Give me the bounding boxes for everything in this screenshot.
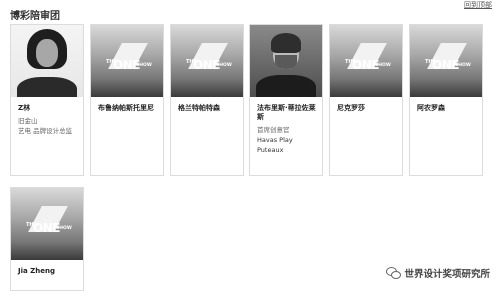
one-show-logo: THE ONE SHOW	[410, 25, 482, 97]
juror-location: 旧金山	[18, 117, 38, 125]
juror-name: Z林	[18, 104, 31, 112]
juror-card[interactable]: Z林 旧金山 艺电 品牌设计总监	[10, 24, 84, 176]
watermark-text: 世界设计奖项研究所	[404, 269, 490, 280]
juror-name: 尼克罗莎	[337, 104, 365, 112]
juror-name: 法布里斯·蒂拉佐莱斯	[257, 104, 316, 121]
juror-card[interactable]: THE ONE SHOW 阿农罗森	[409, 24, 483, 176]
juror-photo	[250, 25, 322, 97]
juror-name: 布鲁纳帕斯托里尼	[98, 104, 154, 112]
watermark: 世界设计奖项研究所	[386, 266, 490, 280]
juror-card[interactable]: THE ONE SHOW 尼克罗莎	[329, 24, 403, 176]
juror-company: Havas Play	[257, 136, 293, 144]
one-show-logo: THE ONE SHOW	[171, 25, 243, 97]
juror-location: Puteaux	[257, 146, 284, 154]
wechat-icon	[386, 267, 402, 279]
juror-card[interactable]: THE ONE SHOW 布鲁纳帕斯托里尼	[90, 24, 164, 176]
juror-card[interactable]: 法布里斯·蒂拉佐莱斯 首席创意官 Havas Play Puteaux	[249, 24, 323, 176]
juror-name: 格兰特帕特森	[178, 104, 220, 112]
back-to-top-link[interactable]: 回到顶部	[464, 0, 492, 10]
section-title: 博彩陪审团	[10, 11, 60, 22]
juror-title: 艺电 品牌设计总监	[18, 127, 73, 135]
juror-photo	[11, 25, 83, 97]
juror-name: 阿农罗森	[417, 104, 445, 112]
one-show-logo: THE ONE SHOW	[330, 25, 402, 97]
juror-card[interactable]: THE ONE SHOW Jia Zheng	[10, 187, 84, 291]
juror-card[interactable]: THE ONE SHOW 格兰特帕特森	[170, 24, 244, 176]
one-show-logo: THE ONE SHOW	[91, 25, 163, 97]
juror-title: 首席创意官	[257, 126, 290, 134]
juror-name: Jia Zheng	[18, 267, 55, 275]
one-show-logo: THE ONE SHOW	[11, 188, 83, 260]
